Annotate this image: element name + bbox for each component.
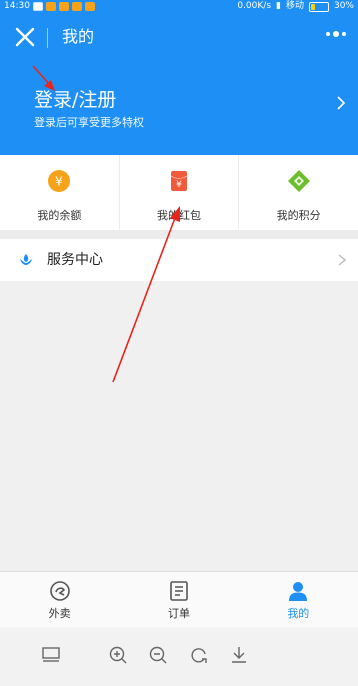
- notification-icon: [71, 2, 82, 11]
- download-icon[interactable]: [229, 645, 249, 665]
- tab-label: 外卖: [48, 607, 71, 620]
- service-icon: [20, 254, 32, 265]
- diamond-ticket-icon: [287, 170, 310, 192]
- wallet-row: ¥ 我的余额 ¥ 我的红包 我的积分: [0, 155, 358, 230]
- wallet-item-balance[interactable]: ¥ 我的余额: [0, 155, 119, 230]
- section-divider: [0, 230, 358, 239]
- network-speed: 0.00K/s: [237, 1, 272, 11]
- header-divider: [47, 28, 48, 48]
- svg-text:¥: ¥: [176, 180, 182, 190]
- service-center-label: 服务中心: [47, 252, 103, 268]
- battery-level: 30%: [333, 1, 354, 11]
- service-center-row[interactable]: 服务中心: [0, 239, 358, 281]
- tab-label: 我的: [287, 607, 310, 620]
- notification-icon: [45, 2, 56, 11]
- zoom-out-icon[interactable]: [148, 645, 168, 665]
- wallet-label: 我的积分: [276, 209, 321, 222]
- signal-icon: ▮: [276, 1, 281, 11]
- more-options-icon[interactable]: [326, 31, 346, 37]
- tab-bar: 外卖 订单 我的: [0, 571, 358, 627]
- status-bar: 14:30 0.00K/s ▮ 移动 30%: [0, 0, 358, 12]
- notification-icon: [32, 2, 43, 11]
- tab-label: 订单: [167, 607, 190, 620]
- chevron-right-icon[interactable]: [336, 96, 346, 110]
- notification-icon: [84, 2, 95, 11]
- profile-header: 我的 登录/注册 登录后可享受更多特权: [0, 12, 358, 155]
- refresh-icon[interactable]: [189, 645, 209, 665]
- wallet-item-points[interactable]: 我的积分: [238, 155, 358, 230]
- tab-profile[interactable]: 我的: [239, 572, 358, 627]
- login-subtitle: 登录后可享受更多特权: [34, 116, 144, 129]
- order-list-icon: [170, 581, 188, 601]
- tab-takeout[interactable]: 外卖: [0, 572, 119, 627]
- takeout-icon: [49, 581, 70, 601]
- wallet-item-red-envelope[interactable]: ¥ 我的红包: [118, 155, 239, 230]
- profile-icon: [289, 582, 308, 601]
- chevron-right-icon: [338, 254, 346, 266]
- carrier-label: 移动: [285, 1, 304, 11]
- notification-icon: [58, 2, 69, 11]
- zoom-in-icon[interactable]: [108, 645, 128, 665]
- wallet-label: 我的红包: [157, 209, 201, 222]
- status-time: 14:30: [4, 1, 30, 11]
- browser-toolbar: [0, 627, 358, 686]
- tab-orders[interactable]: 订单: [119, 572, 238, 627]
- red-envelope-icon: ¥: [170, 171, 188, 191]
- coin-icon: ¥: [48, 170, 71, 192]
- login-register-link[interactable]: 登录/注册: [34, 88, 116, 112]
- battery-icon: [308, 1, 329, 12]
- close-icon[interactable]: [14, 26, 36, 48]
- tabs-icon[interactable]: [41, 645, 61, 665]
- page-title: 我的: [62, 27, 95, 46]
- svg-text:¥: ¥: [56, 175, 64, 189]
- wallet-label: 我的余额: [37, 209, 82, 222]
